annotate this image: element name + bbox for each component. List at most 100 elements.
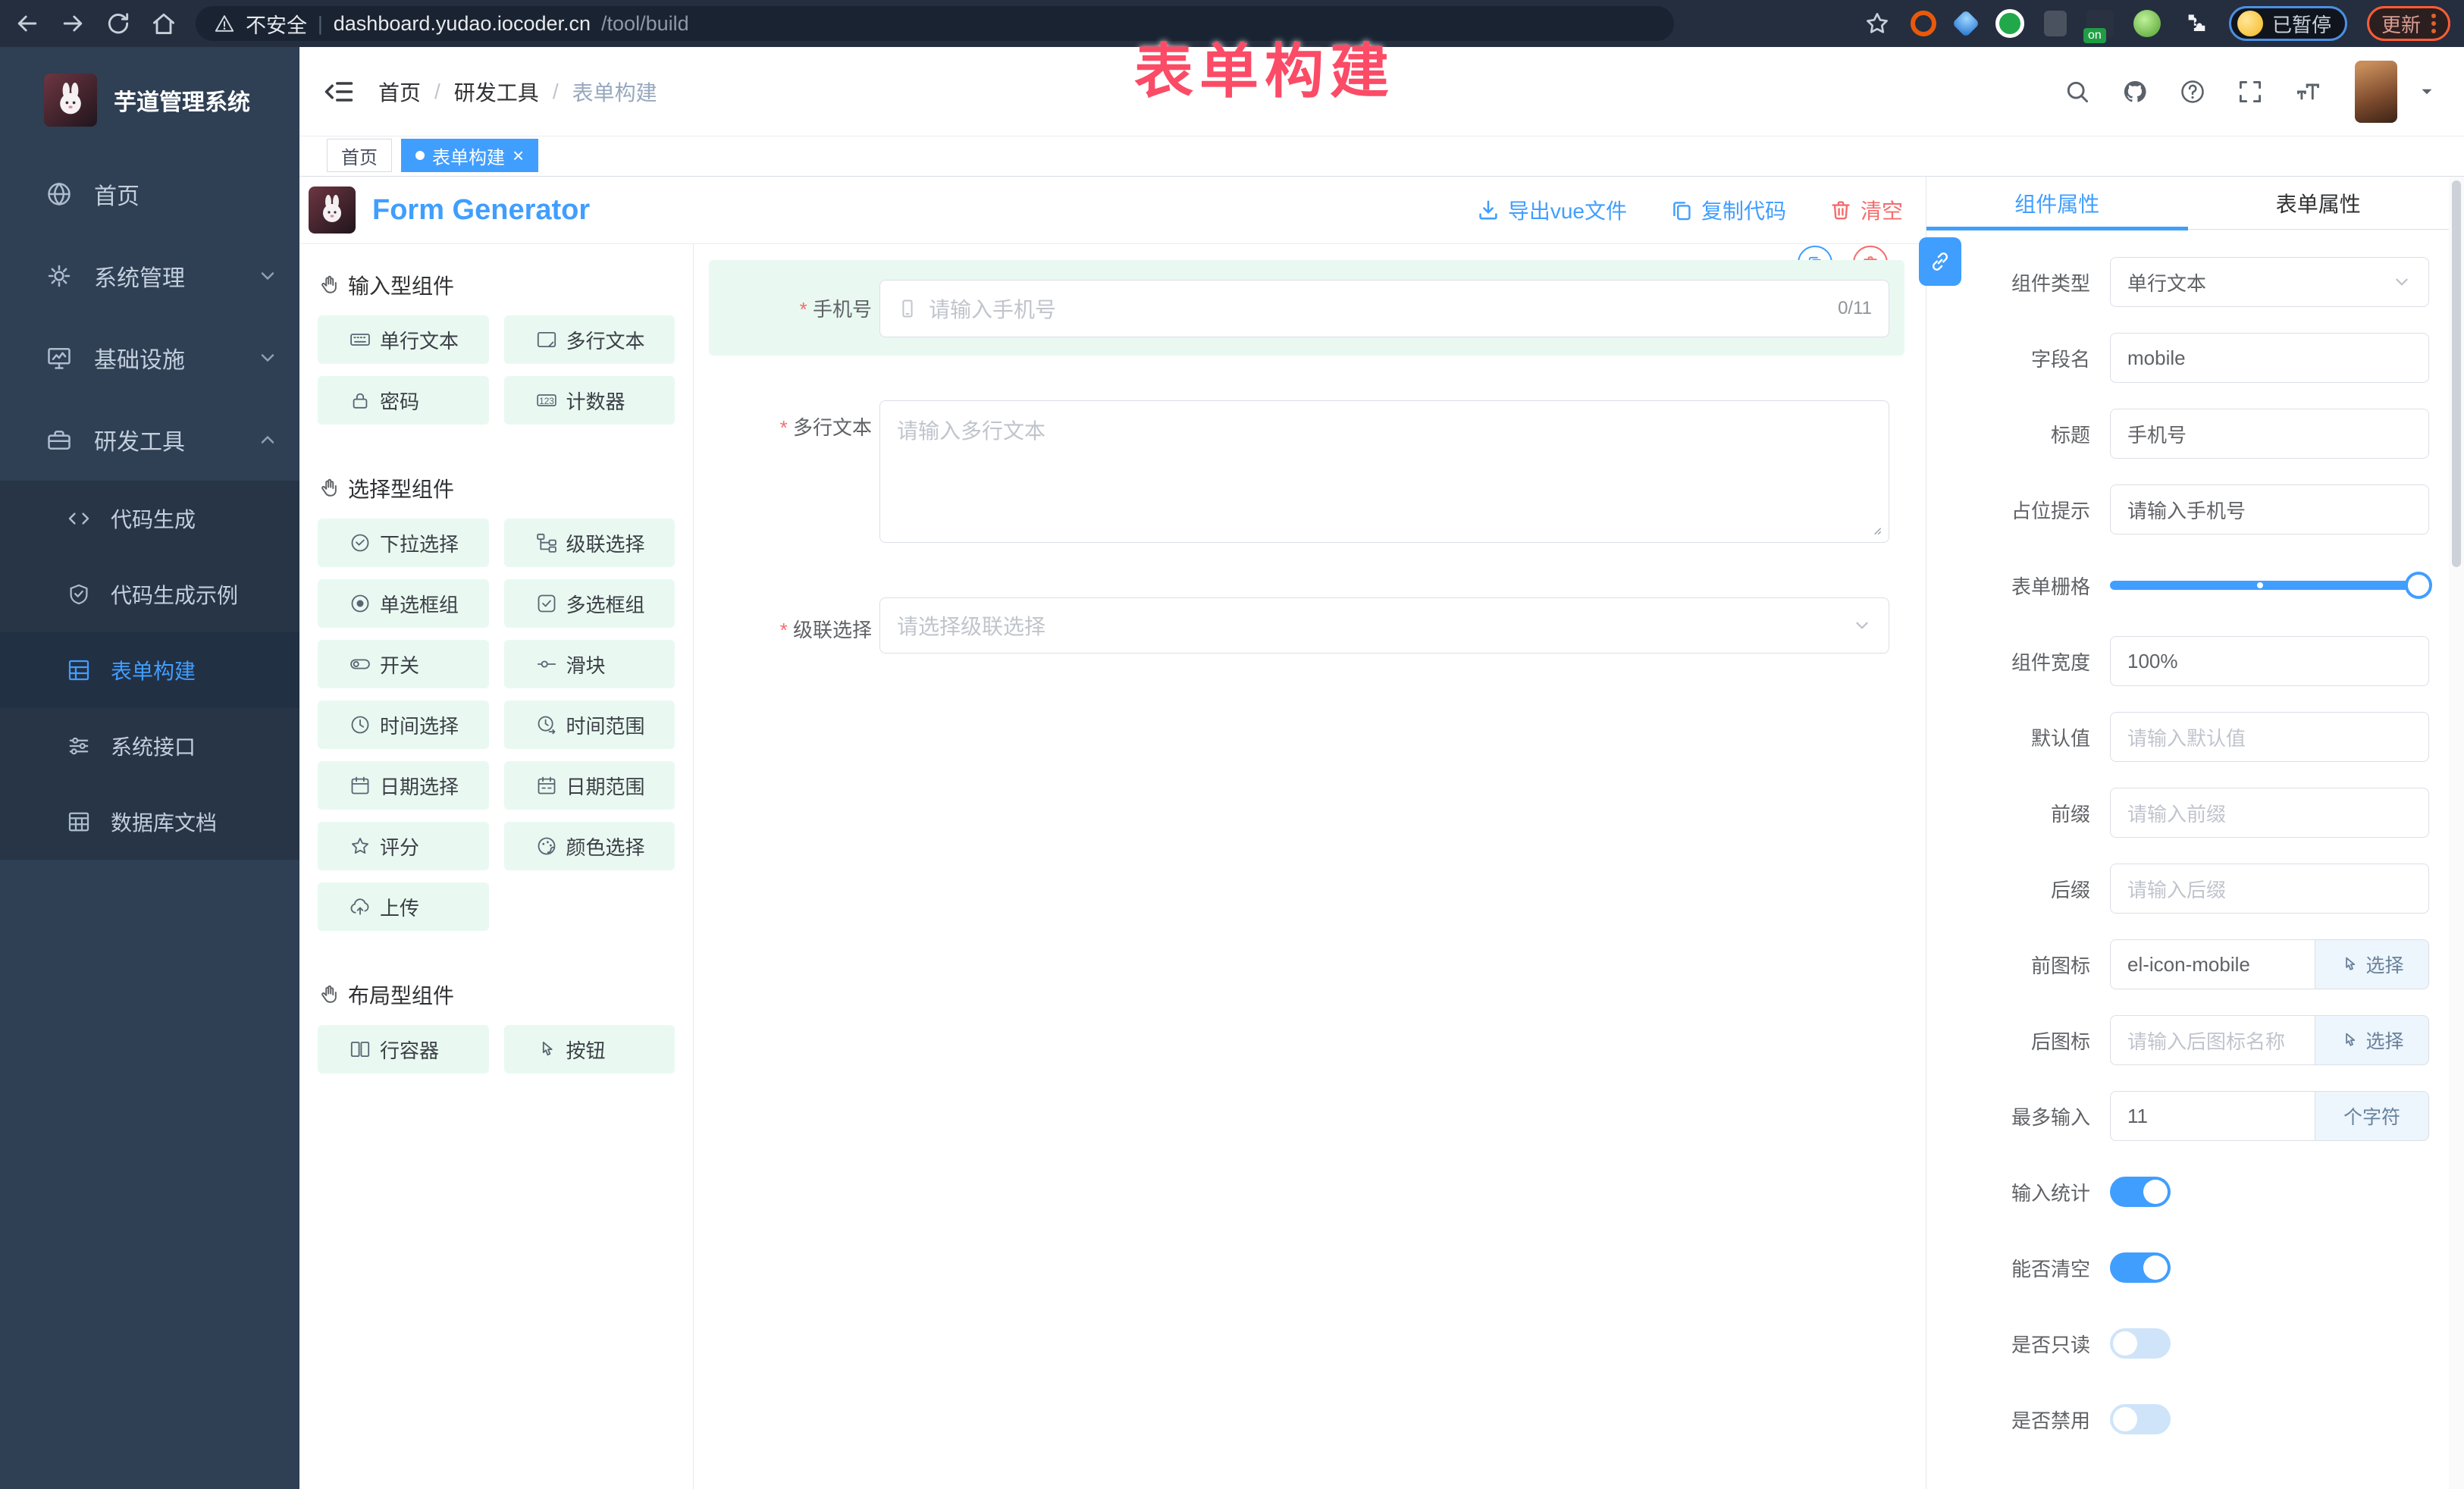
help-icon[interactable] xyxy=(2179,78,2206,105)
tag-home[interactable]: 首页 xyxy=(327,139,392,172)
extensions-puzzle-icon[interactable] xyxy=(2180,9,2209,38)
component-item[interactable]: 日期范围 xyxy=(504,761,676,810)
sidebar-item-codegen[interactable]: 代码生成 xyxy=(0,481,299,556)
back-icon[interactable] xyxy=(14,10,41,37)
extension-icon[interactable] xyxy=(2086,10,2114,37)
page-scrollbar[interactable] xyxy=(2449,177,2464,1489)
sidebar-item-codegen-demo[interactable]: 代码生成示例 xyxy=(0,556,299,632)
textarea-input[interactable]: 请输入多行文本 xyxy=(879,400,1889,543)
extension-icon[interactable] xyxy=(1995,9,2024,38)
component-item[interactable]: 时间范围 xyxy=(504,701,676,749)
color-icon xyxy=(536,835,557,857)
component-item[interactable]: 上传 xyxy=(318,882,489,931)
component-item[interactable]: 滑块 xyxy=(504,640,676,688)
close-icon[interactable]: × xyxy=(513,146,524,165)
collapse-menu-icon[interactable] xyxy=(322,75,356,108)
extension-icon[interactable] xyxy=(2133,10,2161,37)
clearable-toggle[interactable] xyxy=(2110,1252,2171,1283)
component-item[interactable]: 行容器 xyxy=(318,1025,489,1074)
tag-form-builder[interactable]: 表单构建 × xyxy=(401,139,538,172)
tab-form-props[interactable]: 表单属性 xyxy=(2188,177,2450,229)
prefix-icon-input[interactable]: el-icon-mobile xyxy=(2110,939,2315,989)
fullscreen-icon[interactable] xyxy=(2237,78,2264,105)
bookmark-star-icon[interactable] xyxy=(1864,10,1891,37)
component-item[interactable]: 时间选择 xyxy=(318,701,489,749)
title-input[interactable]: 手机号 xyxy=(2110,409,2429,459)
component-item[interactable]: 日期选择 xyxy=(318,761,489,810)
suffix-input[interactable]: 请输入后缀 xyxy=(2110,864,2429,914)
export-vue-button[interactable]: 导出vue文件 xyxy=(1476,195,1627,225)
slider-track[interactable] xyxy=(2110,581,2429,590)
reload-icon[interactable] xyxy=(105,10,132,37)
component-item[interactable]: 评分 xyxy=(318,822,489,870)
resize-handle-icon[interactable] xyxy=(1869,522,1882,536)
drag-hand-icon xyxy=(318,274,340,296)
suffix-icon-input[interactable]: 请输入后图标名称 xyxy=(2110,1015,2315,1065)
user-avatar[interactable] xyxy=(2355,61,2397,123)
component-item[interactable]: 颜色选择 xyxy=(504,822,676,870)
disabled-toggle[interactable] xyxy=(2110,1404,2171,1434)
component-item[interactable]: 级联选择 xyxy=(504,519,676,567)
mobile-input[interactable]: 请输入手机号 0/11 xyxy=(879,280,1889,337)
work-row: 输入型组件 单行文本 多行文本 xyxy=(299,244,1926,1489)
brand[interactable]: 芋道管理系统 xyxy=(0,47,299,153)
component-item[interactable]: 123 计数器 xyxy=(504,376,676,425)
toggle-row-clearable: 能否清空 xyxy=(1946,1243,2429,1293)
update-button[interactable]: 更新 xyxy=(2367,6,2450,41)
component-item[interactable]: 单行文本 xyxy=(318,315,489,364)
sidebar-item-form-builder[interactable]: 表单构建 xyxy=(0,632,299,708)
prefix-icon-select-button[interactable]: 选择 xyxy=(2315,939,2429,989)
tab-component-props[interactable]: 组件属性 xyxy=(1926,177,2188,229)
forward-icon[interactable] xyxy=(59,10,86,37)
font-size-icon[interactable] xyxy=(2294,78,2321,105)
sidebar-item-devtools[interactable]: 研发工具 xyxy=(0,399,299,481)
field-name-input[interactable]: mobile xyxy=(2110,333,2429,383)
sidebar-item-infra[interactable]: 基础设施 xyxy=(0,317,299,399)
cascader-input[interactable]: 请选择级联选择 xyxy=(879,597,1889,654)
extension-icon[interactable] xyxy=(2044,11,2067,36)
prefix-input[interactable]: 请输入前缀 xyxy=(2110,788,2429,838)
width-input[interactable]: 100% xyxy=(2110,636,2429,686)
component-item[interactable]: 多选框组 xyxy=(504,579,676,628)
sidebar-item-home[interactable]: 首页 xyxy=(0,153,299,235)
component-item[interactable]: 单选框组 xyxy=(318,579,489,628)
caret-down-icon[interactable] xyxy=(2417,82,2437,102)
home-icon[interactable] xyxy=(150,10,177,37)
mobile-placeholder: 请输入手机号 xyxy=(929,293,1056,324)
max-input-input[interactable]: 11 xyxy=(2110,1091,2315,1141)
copy-code-button[interactable]: 复制代码 xyxy=(1669,195,1786,225)
url-bar[interactable]: 不安全 | dashboard.yudao.iocoder.cn/tool/bu… xyxy=(196,6,1674,41)
input-stats-toggle[interactable] xyxy=(2110,1177,2171,1207)
component-palette: 输入型组件 单行文本 多行文本 xyxy=(299,244,694,1489)
sidebar-item-db-doc[interactable]: 数据库文档 xyxy=(0,784,299,860)
component-item[interactable]: 下拉选择 xyxy=(318,519,489,567)
component-type-select[interactable]: 单行文本 xyxy=(2110,257,2429,307)
scrollbar-thumb[interactable] xyxy=(2452,180,2461,567)
sidebar-item-system-api[interactable]: 系统接口 xyxy=(0,708,299,784)
form-grid-slider[interactable] xyxy=(2110,560,2429,610)
extension-icon[interactable] xyxy=(1911,11,1936,36)
globe-icon xyxy=(45,180,73,208)
link-button[interactable] xyxy=(1919,237,1961,286)
extension-icon[interactable] xyxy=(1952,10,1980,38)
field-row-placeholder: 占位提示 请输入手机号 xyxy=(1946,484,2429,534)
component-item[interactable]: 多行文本 xyxy=(504,315,676,364)
slider-handle[interactable] xyxy=(2405,572,2432,599)
default-value-input[interactable]: 请输入默认值 xyxy=(2110,712,2429,762)
tag-label: 表单构建 xyxy=(432,143,505,169)
search-icon[interactable] xyxy=(2064,78,2091,105)
placeholder-input[interactable]: 请输入手机号 xyxy=(2110,484,2429,534)
browser-menu-icon[interactable] xyxy=(2431,14,2436,33)
code-icon xyxy=(67,506,91,531)
suffix-icon-select-button[interactable]: 选择 xyxy=(2315,1015,2429,1065)
component-item[interactable]: 开关 xyxy=(318,640,489,688)
github-icon[interactable] xyxy=(2121,78,2149,105)
profile-paused-badge[interactable]: 已暂停 xyxy=(2229,6,2347,41)
component-item[interactable]: 密码 xyxy=(318,376,489,425)
breadcrumb-devtools[interactable]: 研发工具 xyxy=(454,77,539,107)
sidebar-item-system[interactable]: 系统管理 xyxy=(0,235,299,317)
readonly-toggle[interactable] xyxy=(2110,1328,2171,1359)
component-item[interactable]: 按钮 xyxy=(504,1025,676,1074)
breadcrumb-home[interactable]: 首页 xyxy=(378,77,421,107)
clear-button[interactable]: 清空 xyxy=(1829,195,1903,225)
